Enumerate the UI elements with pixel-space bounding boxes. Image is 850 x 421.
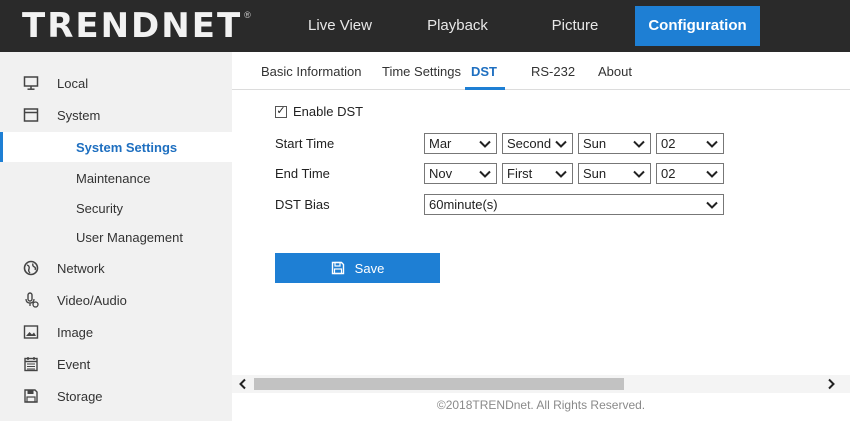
tab-rs-232[interactable]: RS-232 [531, 64, 575, 79]
start-time-label: Start Time [275, 136, 335, 151]
chevron-down-icon [633, 140, 645, 148]
nav-live-view[interactable]: Live View [280, 6, 400, 46]
sidebar-item-system-settings[interactable]: System Settings [0, 132, 232, 162]
scroll-left-arrow[interactable] [236, 375, 250, 393]
save-button-label: Save [354, 260, 385, 276]
floppy-disk-icon [331, 261, 344, 275]
end-hour-select[interactable]: 02 [656, 163, 724, 184]
end-day-select[interactable]: Sun [578, 163, 651, 184]
microphone-icon [22, 291, 40, 309]
end-hour-value: 02 [661, 166, 676, 181]
nav-picture[interactable]: Picture [515, 6, 635, 46]
start-week-value: Second [507, 136, 552, 151]
end-day-value: Sun [583, 166, 607, 181]
enable-dst-row: ✓ Enable DST [275, 104, 363, 119]
start-week-select[interactable]: Second [502, 133, 573, 154]
chevron-down-icon [706, 170, 718, 178]
start-month-select[interactable]: Mar [424, 133, 497, 154]
top-bar: TRENDNET ® Live View Playback Picture Co… [0, 0, 850, 52]
sidebar-item-label: Video/Audio [57, 292, 127, 308]
sidebar-item-label: Security [76, 200, 123, 216]
tab-about[interactable]: About [598, 64, 632, 79]
end-month-value: Nov [429, 166, 453, 181]
chevron-right-icon [828, 378, 835, 390]
calendar-icon [22, 355, 40, 373]
chevron-left-icon [239, 378, 246, 390]
floppy-disk-icon [22, 387, 40, 405]
end-month-select[interactable]: Nov [424, 163, 497, 184]
sidebar-item-security[interactable]: Security [0, 193, 232, 223]
scroll-right-arrow[interactable] [824, 375, 838, 393]
start-hour-value: 02 [661, 136, 676, 151]
sidebar-item-event[interactable]: Event [0, 349, 232, 379]
end-time-label: End Time [275, 166, 330, 181]
nav-configuration[interactable]: Configuration [635, 6, 760, 46]
dst-bias-select[interactable]: 60minute(s) [424, 194, 724, 215]
end-week-select[interactable]: First [502, 163, 573, 184]
tab-dst[interactable]: DST [471, 64, 497, 79]
sidebar-item-local[interactable]: Local [0, 68, 232, 98]
enable-dst-checkbox[interactable]: ✓ [275, 105, 287, 118]
end-week-value: First [507, 166, 533, 181]
trendnet-logo: TRENDNET ® [22, 6, 251, 46]
monitor-icon [22, 74, 40, 92]
nav-playback[interactable]: Playback [400, 6, 515, 46]
enable-dst-label: Enable DST [293, 104, 364, 119]
sidebar-item-network[interactable]: Network [0, 253, 232, 283]
active-tab-indicator [465, 87, 505, 90]
sidebar-item-label: System Settings [76, 139, 178, 155]
sidebar-item-label: Local [57, 75, 89, 91]
sidebar: Local System System Settings Maintenance… [0, 52, 232, 421]
chevron-down-icon [555, 140, 567, 148]
sidebar-item-label: System [57, 107, 101, 123]
globe-icon [22, 259, 40, 277]
dst-bias-label: DST Bias [275, 197, 330, 212]
copyright-footer: ©2018TRENDnet. All Rights Reserved. [436, 398, 646, 412]
main-nav: Live View Playback Picture Configuration [280, 6, 760, 46]
scrollbar-thumb[interactable] [254, 378, 624, 390]
sidebar-item-storage[interactable]: Storage [0, 381, 232, 411]
sidebar-item-label: Network [57, 260, 105, 276]
sidebar-item-image[interactable]: Image [0, 317, 232, 347]
sidebar-item-label: User Management [76, 229, 183, 245]
start-day-select[interactable]: Sun [578, 133, 651, 154]
sidebar-item-system[interactable]: System [0, 100, 232, 130]
sidebar-item-label: Storage [57, 388, 103, 404]
horizontal-scrollbar[interactable] [232, 375, 850, 393]
sidebar-item-label: Maintenance [76, 170, 151, 186]
chevron-down-icon [706, 140, 718, 148]
chevron-down-icon [706, 201, 718, 209]
chevron-down-icon [479, 170, 491, 178]
image-icon [22, 323, 40, 341]
logo-text: TRENDNET [22, 6, 243, 46]
start-month-value: Mar [429, 136, 452, 151]
sidebar-item-video-audio[interactable]: Video/Audio [0, 285, 232, 315]
chevron-down-icon [633, 170, 645, 178]
sidebar-item-label: Image [57, 324, 94, 340]
save-button[interactable]: Save [275, 253, 440, 283]
tab-bar: Basic Information Time Settings DST RS-2… [232, 52, 850, 90]
window-icon [22, 106, 40, 124]
tab-time-settings[interactable]: Time Settings [382, 64, 461, 79]
sidebar-item-user-management[interactable]: User Management [0, 222, 232, 252]
chevron-down-icon [479, 140, 491, 148]
chevron-down-icon [555, 170, 567, 178]
dst-bias-value: 60minute(s) [429, 197, 498, 212]
start-hour-select[interactable]: 02 [656, 133, 724, 154]
tab-basic-information[interactable]: Basic Information [261, 64, 361, 79]
sidebar-item-maintenance[interactable]: Maintenance [0, 163, 232, 193]
sidebar-item-label: Event [57, 356, 91, 372]
start-day-value: Sun [583, 136, 607, 151]
registered-mark: ® [244, 10, 251, 20]
